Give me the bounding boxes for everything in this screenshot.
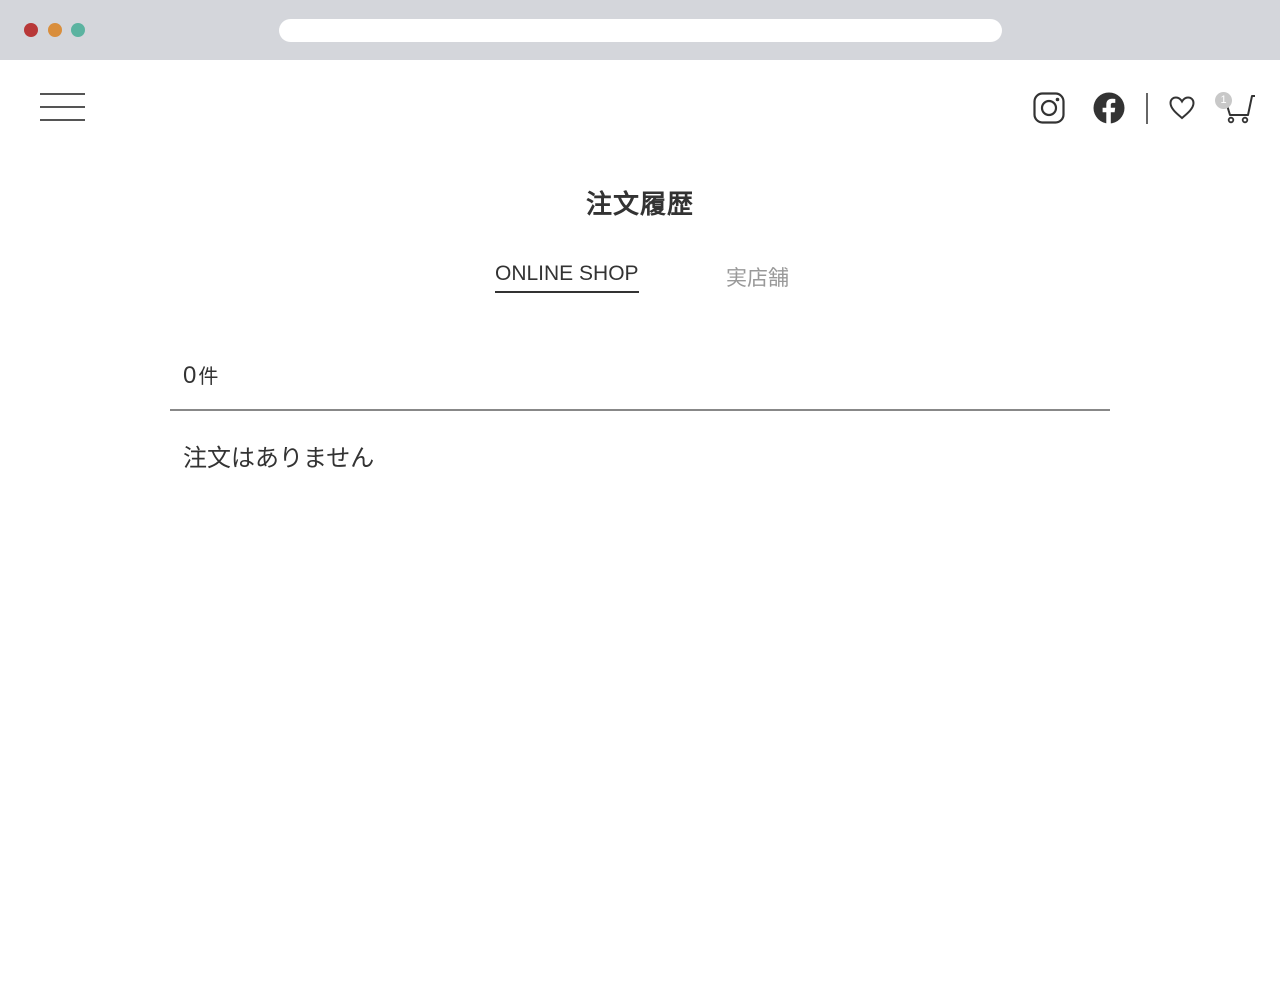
- window-close-button[interactable]: [24, 23, 38, 37]
- heart-icon[interactable]: [1168, 94, 1196, 122]
- browser-toolbar: [0, 0, 1280, 60]
- window-minimize-button[interactable]: [48, 23, 62, 37]
- tab-online-shop[interactable]: ONLINE SHOP: [495, 262, 639, 293]
- empty-orders-message: 注文はありません: [183, 444, 375, 472]
- cart-count-badge: 1: [1215, 92, 1232, 109]
- order-list-divider: [170, 409, 1110, 411]
- window-maximize-button[interactable]: [71, 23, 85, 37]
- order-count-value: 0: [183, 362, 197, 389]
- instagram-icon[interactable]: [1033, 92, 1065, 124]
- page-title: 注文履歴: [585, 190, 694, 220]
- site-header: [0, 60, 1280, 160]
- facebook-icon[interactable]: [1093, 92, 1125, 124]
- hamburger-menu-icon[interactable]: [40, 93, 85, 123]
- address-bar[interactable]: [279, 19, 1002, 42]
- order-count-unit: 件: [198, 366, 219, 388]
- order-count: 0件: [183, 360, 218, 390]
- header-divider: [1146, 93, 1148, 124]
- tab-physical-store[interactable]: 実店舗: [726, 262, 789, 292]
